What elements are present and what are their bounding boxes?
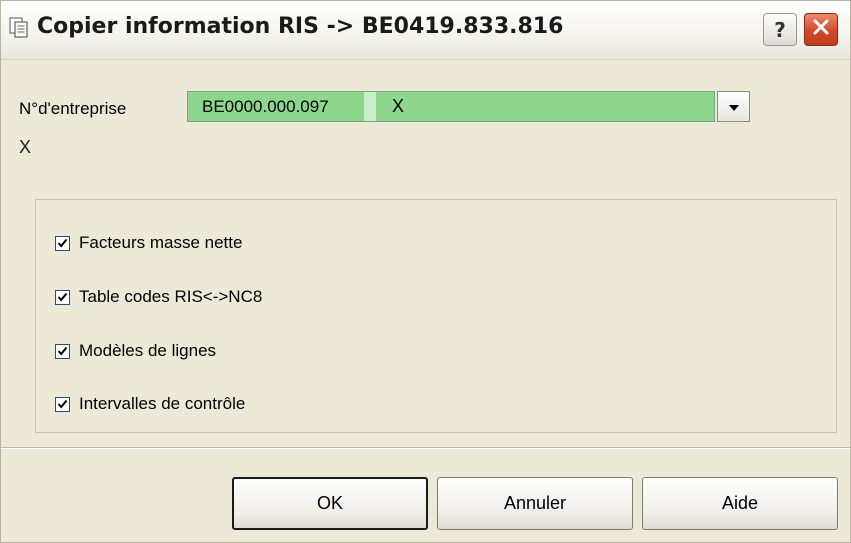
checkmark-icon bbox=[57, 399, 68, 409]
title-bar[interactable]: Copier information RIS -> BE0419.833.816… bbox=[1, 1, 850, 60]
help-title-button[interactable]: ? bbox=[763, 13, 797, 46]
cancel-button-label: Annuler bbox=[503, 493, 567, 513]
checkbox[interactable] bbox=[55, 289, 70, 305]
ok-button-label: OK bbox=[316, 493, 343, 513]
checkbox[interactable] bbox=[55, 396, 70, 412]
option-ris-nc8-table[interactable]: Table codes RIS<->NC8 bbox=[55, 286, 262, 308]
dropdown-arrow-icon bbox=[728, 98, 739, 116]
option-label: Modèles de lignes bbox=[79, 341, 217, 360]
option-label: Table codes RIS<->NC8 bbox=[79, 287, 263, 306]
text-cursor-highlight bbox=[364, 92, 376, 121]
option-net-mass-factors[interactable]: Facteurs masse nette bbox=[55, 232, 242, 254]
company-dropdown-button[interactable] bbox=[717, 91, 750, 122]
ok-button[interactable]: OK bbox=[232, 477, 428, 530]
help-button[interactable]: Aide bbox=[642, 477, 838, 530]
checkmark-icon bbox=[57, 292, 68, 302]
company-number-combobox[interactable]: BE0000.000.097 X bbox=[187, 91, 715, 122]
footer-divider-highlight bbox=[1, 448, 850, 449]
dialog-window: Copier information RIS -> BE0419.833.816… bbox=[0, 0, 851, 543]
close-button[interactable] bbox=[804, 13, 838, 46]
cancel-button[interactable]: Annuler bbox=[437, 477, 633, 530]
status-x-mark: X bbox=[19, 137, 32, 157]
help-button-label: Aide bbox=[721, 493, 759, 513]
close-icon bbox=[812, 18, 830, 41]
checkmark-icon bbox=[57, 346, 68, 356]
help-question-label: ? bbox=[774, 17, 786, 42]
option-label: Facteurs masse nette bbox=[79, 233, 243, 252]
company-number-value: BE0000.000.097 bbox=[202, 97, 329, 116]
checkmark-icon bbox=[57, 238, 68, 248]
window-title: Copier information RIS -> BE0419.833.816 bbox=[37, 14, 564, 39]
option-label: Intervalles de contrôle bbox=[79, 394, 246, 413]
copy-document-icon bbox=[9, 17, 29, 39]
checkbox[interactable] bbox=[55, 235, 70, 251]
checkbox[interactable] bbox=[55, 343, 70, 359]
option-line-models[interactable]: Modèles de lignes bbox=[55, 340, 216, 362]
company-suffix-mark: X bbox=[392, 96, 405, 116]
company-number-label: N°d'entreprise bbox=[19, 99, 127, 118]
option-control-intervals[interactable]: Intervalles de contrôle bbox=[55, 393, 245, 415]
